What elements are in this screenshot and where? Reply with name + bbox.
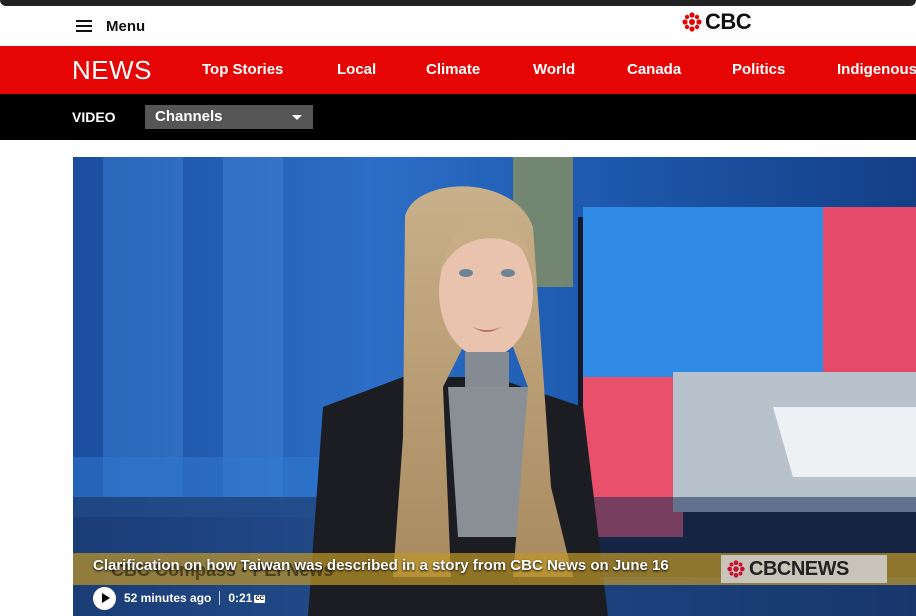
nav-item-local[interactable]: Local	[337, 61, 376, 78]
cbc-news-bug-text: CBCNEWS	[749, 557, 849, 580]
nav-item-canada[interactable]: Canada	[627, 61, 681, 78]
closed-captions-icon: CC	[254, 594, 266, 603]
menu-label: Menu	[106, 17, 146, 35]
video-player[interactable]: CBC Compass • PEI News Clarification on …	[73, 157, 916, 616]
chevron-down-icon	[292, 115, 302, 120]
video-label[interactable]: VIDEO	[72, 109, 116, 125]
video-frame	[73, 157, 916, 616]
menu-button[interactable]: Menu	[76, 12, 145, 40]
news-logo[interactable]: NEWS	[72, 55, 152, 86]
nav-item-climate[interactable]: Climate	[426, 61, 480, 78]
cbc-gem-icon	[682, 12, 702, 32]
channels-dropdown[interactable]: Channels	[145, 105, 313, 129]
nav-item-top-stories[interactable]: Top Stories	[202, 61, 283, 78]
site-header: Menu CBC	[0, 6, 916, 46]
play-icon[interactable]	[93, 586, 116, 610]
divider	[219, 591, 221, 605]
channels-selected: Channels	[155, 108, 223, 125]
nav-item-indigenous[interactable]: Indigenous	[837, 61, 916, 78]
cbc-wordmark: CBC	[705, 9, 752, 34]
cbc-news-bug: CBCNEWS	[721, 555, 887, 583]
time-ago: 52 minutes ago	[124, 591, 212, 605]
video-subnav: VIDEO Channels	[0, 94, 916, 140]
hamburger-icon	[76, 20, 92, 32]
duration: 0:21 CC	[228, 591, 266, 605]
duration-text: 0:21	[228, 591, 253, 605]
cbc-logo[interactable]: CBC	[682, 9, 752, 35]
section-nav: NEWS Top Stories Local Climate World Can…	[0, 46, 916, 94]
cbc-gem-icon	[727, 560, 745, 578]
player-controls: 52 minutes ago 0:21 CC	[93, 585, 266, 611]
video-caption[interactable]: Clarification on how Taiwan was describe…	[93, 557, 669, 574]
nav-item-world[interactable]: World	[533, 61, 575, 78]
nav-item-politics[interactable]: Politics	[732, 61, 785, 78]
